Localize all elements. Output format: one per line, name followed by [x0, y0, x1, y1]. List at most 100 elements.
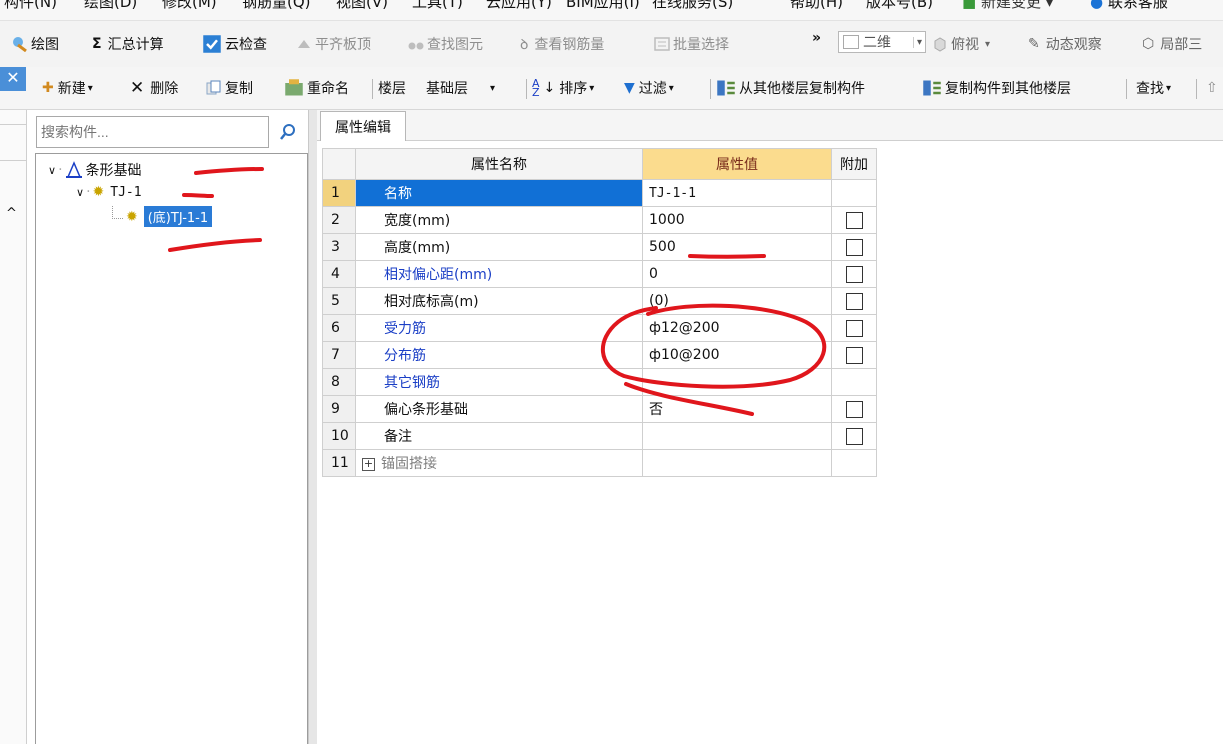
table-row[interactable]: 2 宽度(mm) 1000 [322, 206, 877, 234]
menu-contact[interactable]: ● 联系客服 [1090, 0, 1168, 12]
copy-from-floor-button[interactable]: 从其他楼层复制构件 [716, 77, 865, 99]
table-row[interactable]: 7 分布筋 ф10@200 [322, 341, 877, 369]
search-button[interactable] [270, 116, 306, 148]
menu-bar: 构件(N) 绘图(D) 修改(M) 钢筋量(Q) 视图(V) 工具(T) 云应用… [0, 0, 1223, 21]
tab-property-edit[interactable]: 属性编辑 [320, 111, 406, 141]
menu-bim[interactable]: BIM应用(I) [566, 0, 640, 12]
extra-checkbox[interactable] [845, 238, 863, 256]
chevron-down-icon[interactable]: ∨ [76, 186, 84, 199]
menu-new-change[interactable]: ■ 新建变更 ▾ [962, 0, 1053, 12]
overflow-icon[interactable]: ⇧ [1206, 77, 1218, 99]
property-name[interactable]: 名称 [355, 179, 643, 207]
flat-slab-button[interactable]: 平齐板顶 [296, 33, 371, 55]
panel-splitter[interactable] [308, 110, 317, 744]
property-value[interactable] [642, 368, 832, 396]
property-name[interactable]: 偏心条形基础 [355, 395, 643, 423]
menu-modify[interactable]: 修改(M) [162, 0, 217, 12]
property-name[interactable]: 备注 [355, 422, 643, 450]
tree-item-tj1[interactable]: ∨ · ✹ TJ-1 [76, 184, 142, 200]
table-row[interactable]: 8 其它钢筋 [322, 368, 877, 396]
close-icon[interactable]: ✕ [0, 67, 26, 91]
sort-button[interactable]: AZ ↓ 排序 ▾ [532, 77, 594, 99]
property-name[interactable]: 受力筋 [355, 314, 643, 342]
extra-checkbox[interactable] [845, 211, 863, 229]
cloud-check-button[interactable]: 云检查 [202, 33, 267, 55]
table-row[interactable]: 6 受力筋 ф12@200 [322, 314, 877, 342]
table-row[interactable]: 1 名称 TJ-1-1 [322, 179, 877, 207]
find-button[interactable]: 查找 ▾ [1136, 77, 1171, 99]
extra-checkbox[interactable] [845, 346, 863, 364]
property-value[interactable]: ф12@200 [642, 314, 832, 342]
property-value[interactable]: 否 [642, 395, 832, 423]
extra-checkbox[interactable] [845, 427, 863, 445]
property-value[interactable]: TJ-1-1 [642, 179, 832, 207]
sum-calc-button[interactable]: Σ 汇总计算 [92, 33, 164, 55]
property-value[interactable]: ф10@200 [642, 341, 832, 369]
tree-item-strip-foundation[interactable]: ∨ · 条形基础 [48, 160, 142, 180]
property-name[interactable]: 相对底标高(m) [355, 287, 643, 315]
view-mode-select[interactable]: 二维 ▾ [838, 31, 926, 53]
property-name[interactable]: 高度(mm) [355, 233, 643, 261]
batch-select-button[interactable]: 批量选择 [654, 33, 729, 55]
menu-help[interactable]: 帮助(H) [790, 0, 843, 12]
chevron-down-icon[interactable]: ∨ [48, 164, 56, 177]
menu-cloud[interactable]: 云应用(Y) [486, 0, 552, 12]
property-value[interactable]: 0 [642, 260, 832, 288]
filter-button[interactable]: ▼ 过滤 ▾ [624, 77, 674, 99]
property-value[interactable] [642, 449, 832, 477]
property-name-group[interactable]: + 锚固搭接 [355, 449, 643, 477]
rename-button[interactable]: 重命名 [284, 77, 349, 99]
menu-tools[interactable]: 工具(T) [412, 0, 463, 12]
draw-button[interactable]: 绘图 [12, 33, 59, 55]
table-row[interactable]: 9 偏心条形基础 否 [322, 395, 877, 423]
property-name[interactable]: 宽度(mm) [355, 206, 643, 234]
menu-view[interactable]: 视图(V) [336, 0, 388, 12]
extra-checkbox[interactable] [845, 400, 863, 418]
chevron-down-icon: ▾ [87, 82, 93, 94]
local-3d-icon: ⬡ [1142, 36, 1155, 52]
property-value[interactable]: (0) [642, 287, 832, 315]
local-3d-button[interactable]: ⬡ 局部三 [1142, 33, 1202, 55]
extra-checkbox[interactable] [845, 319, 863, 337]
search-input[interactable] [36, 116, 269, 148]
expand-plus-icon[interactable]: + [362, 457, 375, 471]
more-toolbar-button[interactable]: » [812, 27, 821, 49]
top-view-button[interactable]: 俯视 ▾ [932, 33, 990, 55]
property-value[interactable] [642, 422, 832, 450]
header-extra[interactable]: 附加 [831, 148, 877, 180]
floor-select[interactable]: 基础层 ▾ [426, 77, 495, 99]
new-button[interactable]: ✚ 新建 ▾ [42, 77, 93, 99]
chevron-down-icon: ▾ [668, 82, 674, 94]
table-row[interactable]: 11 + 锚固搭接 [322, 449, 877, 477]
menu-online[interactable]: 在线服务(S) [652, 0, 733, 12]
view-rebar-button[interactable]: ꝺ 查看钢筋量 [520, 33, 604, 55]
delete-icon: ✕ [130, 78, 145, 98]
extra-checkbox[interactable] [845, 265, 863, 283]
menu-rebar-qty[interactable]: 钢筋量(Q) [242, 0, 311, 12]
scroll-up-icon[interactable]: ^ [6, 206, 17, 221]
grid-corner [322, 148, 356, 180]
table-row[interactable]: 4 相对偏心距(mm) 0 [322, 260, 877, 288]
copy-to-floor-button[interactable]: 复制构件到其他楼层 [922, 77, 1071, 99]
property-name[interactable]: 相对偏心距(mm) [355, 260, 643, 288]
tree-item-tj1-1[interactable]: ✹ (底)TJ-1-1 [126, 206, 213, 227]
extra-cell [831, 341, 877, 369]
property-name[interactable]: 分布筋 [355, 341, 643, 369]
find-element-button[interactable]: 查找图元 [408, 33, 483, 55]
property-value[interactable]: 1000 [642, 206, 832, 234]
delete-button[interactable]: ✕ 删除 [130, 77, 178, 99]
menu-component[interactable]: 构件(N) [4, 0, 57, 12]
menu-draw[interactable]: 绘图(D) [84, 0, 137, 12]
property-value[interactable]: 500 [642, 233, 832, 261]
table-row[interactable]: 3 高度(mm) 500 [322, 233, 877, 261]
table-row[interactable]: 10 备注 [322, 422, 877, 450]
floor-label: 楼层 [378, 81, 406, 97]
menu-version[interactable]: 版本号(B) [866, 0, 933, 12]
property-name[interactable]: 其它钢筋 [355, 368, 643, 396]
copy-button[interactable]: 复制 [206, 77, 253, 99]
header-property-value[interactable]: 属性值 [642, 148, 832, 180]
extra-checkbox[interactable] [845, 292, 863, 310]
table-row[interactable]: 5 相对底标高(m) (0) [322, 287, 877, 315]
dynamic-view-button[interactable]: ✎ 动态观察 [1028, 33, 1102, 55]
header-property-name[interactable]: 属性名称 [355, 148, 643, 180]
